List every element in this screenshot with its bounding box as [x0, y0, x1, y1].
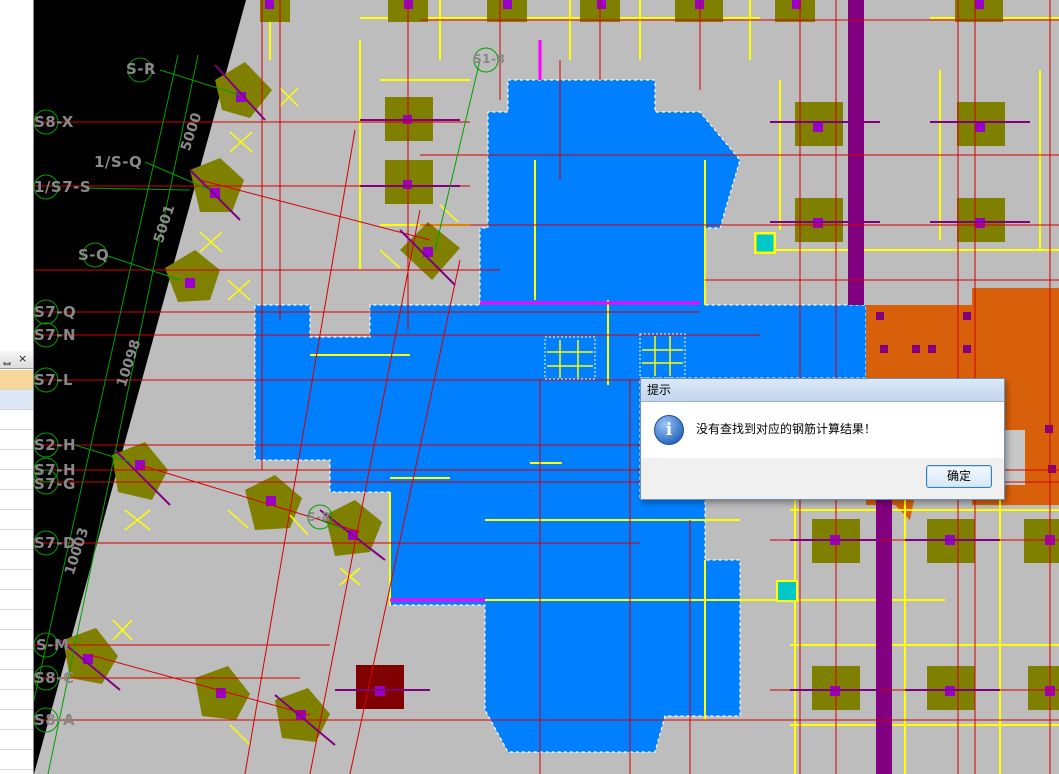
axis-label: S-M: [36, 636, 70, 654]
list-item[interactable]: [0, 670, 33, 690]
list-item[interactable]: [0, 750, 33, 770]
message-dialog: 提示 i 没有查找到对应的钢筋计算结果！ 确定: [640, 378, 1005, 500]
axis-label: 1/S-Q: [94, 153, 143, 171]
dialog-body: i 没有查找到对应的钢筋计算结果！: [641, 402, 1004, 458]
list-item[interactable]: [0, 450, 33, 470]
list-item[interactable]: [0, 590, 33, 610]
dialog-message: 没有查找到对应的钢筋计算结果！: [696, 422, 877, 436]
list-item[interactable]: [0, 690, 33, 710]
list-item[interactable]: [0, 570, 33, 590]
list-item[interactable]: [0, 630, 33, 650]
list-item[interactable]: [0, 730, 33, 750]
ok-button[interactable]: 确定: [926, 465, 992, 488]
axis-label: S7-G: [34, 475, 76, 493]
list-item[interactable]: [0, 530, 33, 550]
list-item[interactable]: [0, 550, 33, 570]
axis-label: S-Q: [78, 246, 110, 264]
list-item[interactable]: [0, 370, 33, 390]
list-item[interactable]: [0, 410, 33, 430]
axis-label: S-R: [126, 60, 157, 78]
axis-label: S8-A: [34, 711, 76, 729]
axis-label: S7-Q: [34, 303, 77, 321]
axis-label: S7-L: [34, 371, 74, 389]
panel-header: ᆸ ×: [0, 351, 33, 369]
list-item[interactable]: [0, 710, 33, 730]
axis-label: S2-H: [34, 436, 77, 454]
list-item[interactable]: [0, 470, 33, 490]
dialog-title[interactable]: 提示: [641, 379, 1004, 402]
list-item[interactable]: [0, 510, 33, 530]
list-item[interactable]: [0, 390, 33, 410]
list-item[interactable]: [0, 430, 33, 450]
axis-label: S8-X: [34, 113, 74, 131]
purple-beam: [848, 0, 864, 305]
panel-list: [0, 370, 33, 770]
axis-label: S1-8: [473, 52, 506, 66]
axis-label: 1/S7-S: [34, 178, 92, 196]
list-item[interactable]: [0, 490, 33, 510]
info-icon: i: [654, 415, 684, 445]
close-icon[interactable]: ×: [18, 352, 27, 365]
axis-label: S8-C: [34, 669, 75, 687]
axis-label: S-8: [307, 510, 331, 524]
axis-label: S7-N: [34, 326, 77, 344]
list-item[interactable]: [0, 650, 33, 670]
pin-icon[interactable]: ᆸ: [2, 352, 12, 368]
left-side-panel: ᆸ ×: [0, 0, 34, 774]
list-item[interactable]: [0, 610, 33, 630]
